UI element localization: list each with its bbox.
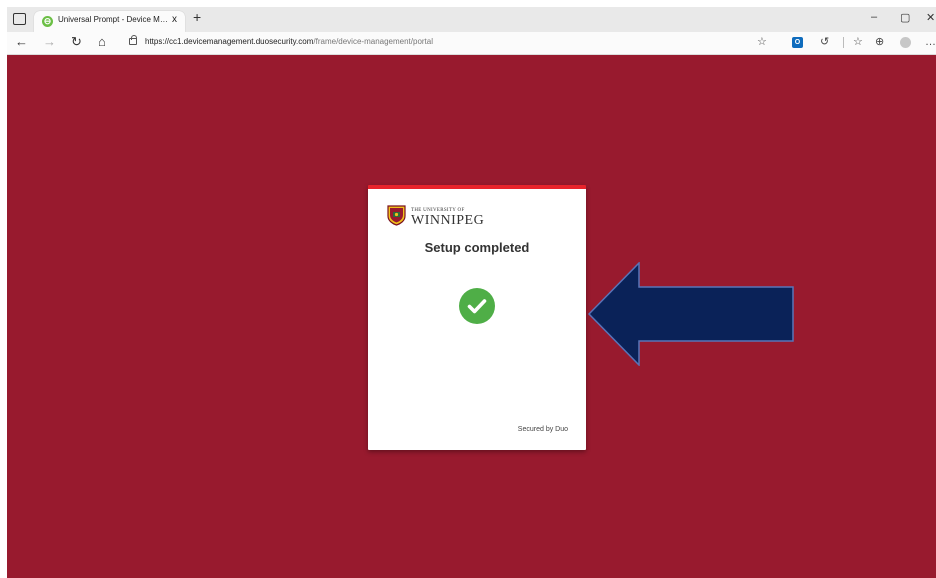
favorites-add-icon[interactable]: ☆	[757, 36, 767, 49]
university-crest-icon	[387, 205, 406, 226]
success-check-icon	[459, 288, 495, 324]
secured-by-label: Secured by Duo	[517, 426, 568, 433]
outlook-icon[interactable]: O	[792, 37, 803, 48]
toolbar-divider	[843, 37, 844, 48]
duo-prompt-card: THE UNIVERSITY OF WINNIPEG Setup complet…	[368, 185, 586, 450]
address-toolbar: ← → ↻ ⌂ https://cc1.devicemanagement.duo…	[7, 32, 936, 55]
refresh-icon[interactable]: ↻	[71, 35, 82, 49]
page-background: THE UNIVERSITY OF WINNIPEG Setup complet…	[7, 55, 936, 578]
lock-icon[interactable]	[129, 35, 137, 45]
tab-collections-icon[interactable]: ⊕	[875, 36, 884, 49]
new-tab-button[interactable]: +	[193, 10, 201, 25]
url-path: /frame/device-management/portal	[313, 37, 434, 46]
tab-title: Universal Prompt - Device Management	[58, 15, 170, 24]
favorites-icon[interactable]: ☆	[853, 36, 863, 49]
tab-actions-icon[interactable]	[13, 13, 26, 25]
duo-favicon-icon: ⊖	[42, 16, 53, 27]
tab-close-icon[interactable]: x	[172, 14, 177, 25]
forward-icon[interactable]: →	[43, 35, 56, 49]
home-icon[interactable]: ⌂	[98, 35, 106, 49]
page-title: Setup completed	[424, 240, 530, 255]
profile-icon[interactable]	[900, 37, 911, 48]
left-arrow-icon	[587, 262, 794, 366]
browser-window: ⊖ Universal Prompt - Device Management x…	[7, 7, 936, 578]
back-icon[interactable]: ←	[15, 35, 28, 49]
maximize-button[interactable]: ▢	[900, 11, 910, 24]
more-icon[interactable]: …	[925, 36, 936, 49]
tab-active[interactable]: ⊖ Universal Prompt - Device Management x	[34, 11, 185, 32]
logo-title: WINNIPEG	[411, 213, 485, 228]
minimize-button[interactable]: –	[871, 11, 877, 23]
tab-strip: ⊖ Universal Prompt - Device Management x…	[7, 7, 936, 32]
collections-icon[interactable]: ↺	[820, 36, 829, 49]
url-host: https://cc1.devicemanagement.duosecurity…	[145, 37, 314, 46]
close-window-button[interactable]: ✕	[926, 11, 935, 24]
address-bar[interactable]: https://cc1.devicemanagement.duosecurity…	[145, 37, 433, 46]
